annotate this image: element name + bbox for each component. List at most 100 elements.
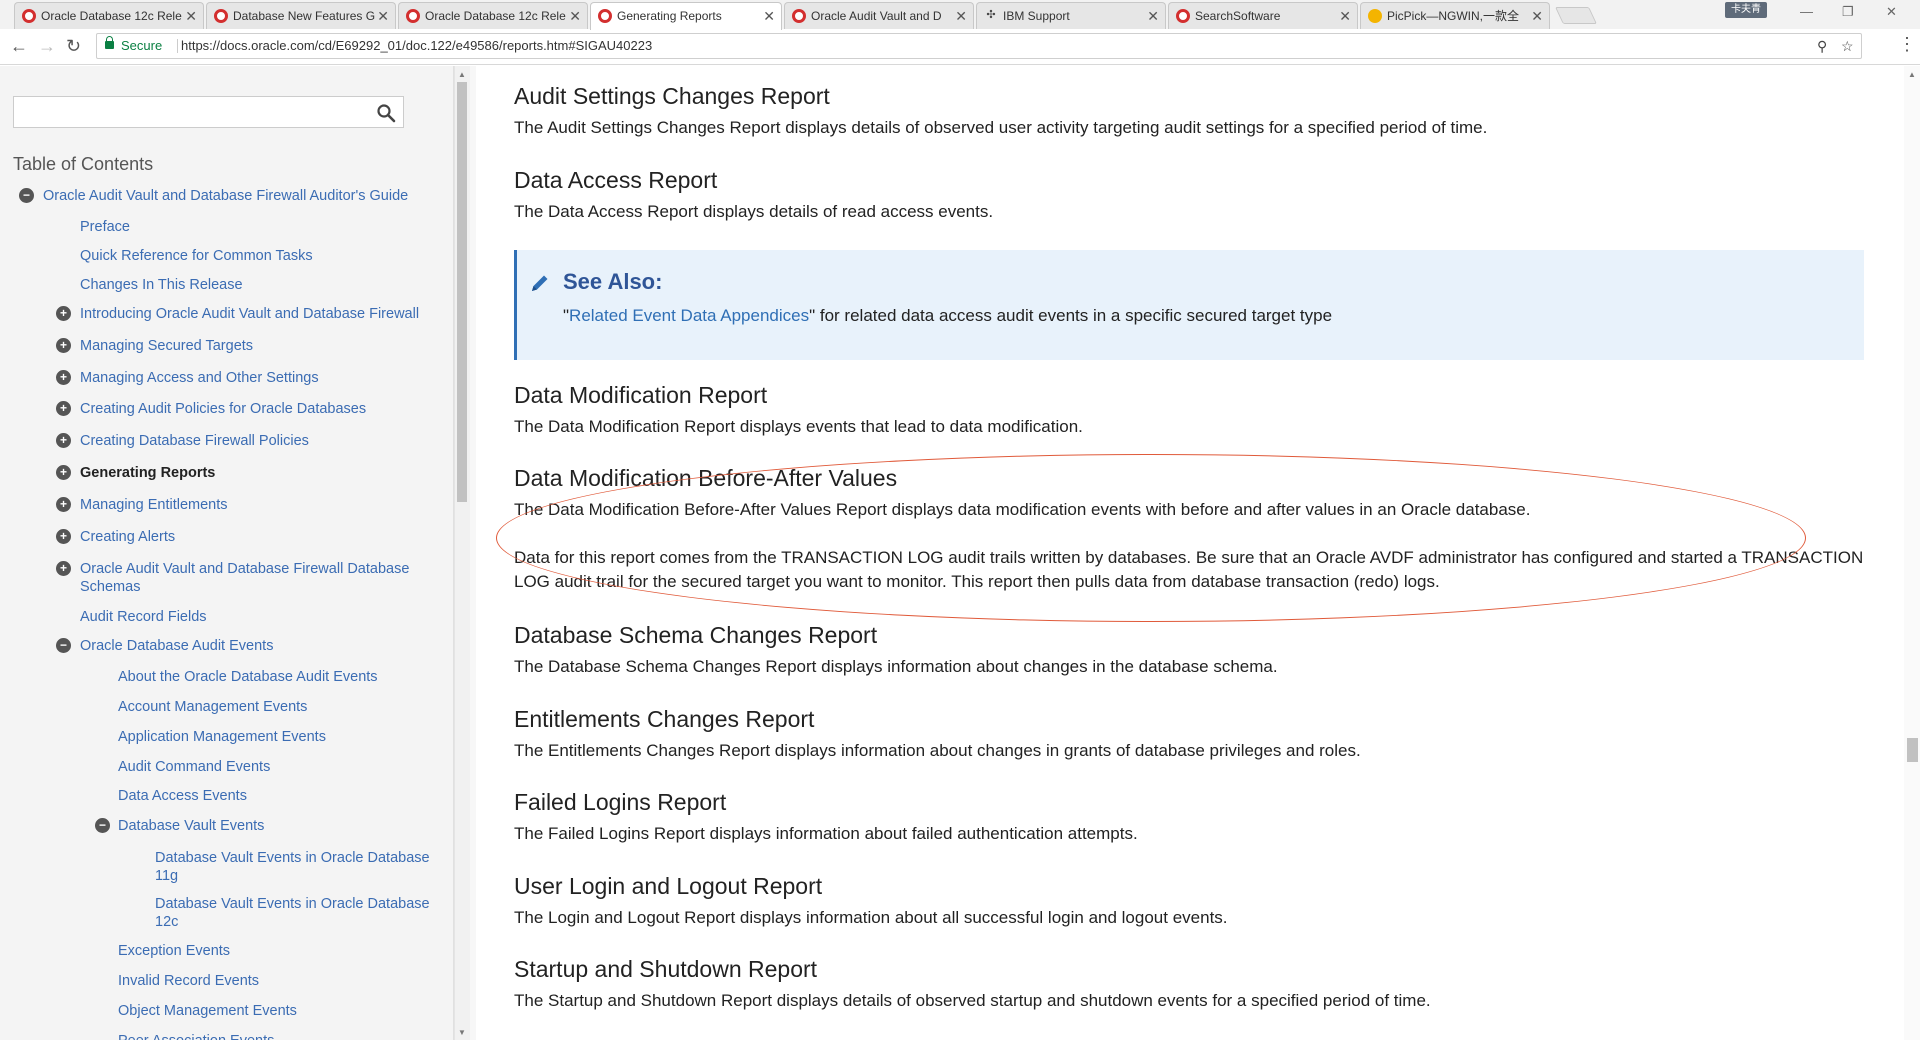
toc-item[interactable]: Creating Database Firewall Policies: [80, 432, 309, 450]
profile-chip[interactable]: 卡夫青: [1725, 2, 1767, 18]
browser-tab[interactable]: Database New Features G ✕: [206, 2, 396, 29]
toc-item[interactable]: Quick Reference for Common Tasks: [80, 247, 313, 265]
toc-item[interactable]: Database Vault Events: [118, 817, 264, 835]
tab-title: Database New Features G: [233, 9, 376, 23]
bookmark-star-icon[interactable]: ☆: [1841, 34, 1854, 58]
toc-item[interactable]: Account Management Events: [118, 698, 307, 716]
url-text[interactable]: https://docs.oracle.com/cd/E69292_01/doc…: [181, 34, 652, 58]
scroll-up-icon[interactable]: ▲: [458, 70, 466, 79]
close-icon[interactable]: ✕: [1147, 3, 1159, 29]
reload-icon[interactable]: ↻: [66, 37, 81, 55]
close-icon[interactable]: ✕: [1339, 3, 1351, 29]
pencil-icon: [532, 275, 548, 291]
toc-item[interactable]: Changes In This Release: [80, 276, 243, 294]
tab-title: Oracle Database 12c Rele: [425, 9, 566, 23]
expand-icon[interactable]: +: [56, 497, 71, 512]
toc-item[interactable]: Oracle Audit Vault and Database Firewall…: [43, 187, 408, 205]
close-icon[interactable]: ✕: [569, 3, 581, 29]
picpick-icon: [1368, 9, 1382, 23]
browser-tab[interactable]: Oracle Audit Vault and D ✕: [784, 2, 974, 29]
forward-icon[interactable]: →: [38, 37, 56, 55]
section-heading: Failed Logins Report: [514, 789, 727, 815]
page-scroll-thumb[interactable]: [1907, 738, 1918, 762]
close-icon[interactable]: ✕: [763, 3, 775, 29]
toc-item[interactable]: Oracle Database Audit Events: [80, 637, 273, 655]
zoom-icon[interactable]: ⚲: [1817, 34, 1827, 58]
expand-icon[interactable]: +: [56, 561, 71, 576]
oracle-icon: [22, 9, 36, 23]
expand-icon[interactable]: +: [56, 465, 71, 480]
toc-item[interactable]: About the Oracle Database Audit Events: [118, 668, 378, 686]
report-section: Audit Settings Changes Report The Audit …: [514, 82, 1894, 140]
sidebar-scroll-thumb[interactable]: [457, 82, 467, 502]
toc-item[interactable]: Preface: [80, 218, 130, 236]
browser-tab-active[interactable]: Generating Reports ✕: [590, 2, 782, 30]
browser-menu-icon[interactable]: ⋮: [1898, 34, 1916, 55]
section-body: The Data Modification Before-After Value…: [514, 500, 1531, 519]
toc-item[interactable]: Oracle Audit Vault and Database Firewall…: [80, 560, 420, 596]
new-tab-button[interactable]: [1555, 7, 1597, 24]
restore-icon[interactable]: ❐: [1842, 4, 1854, 20]
scroll-up-icon[interactable]: ▲: [1908, 70, 1916, 79]
back-icon[interactable]: ←: [10, 37, 28, 55]
report-section: Database Schema Changes Report The Datab…: [514, 621, 1894, 679]
toc-item[interactable]: Creating Alerts: [80, 528, 175, 546]
expand-icon[interactable]: +: [56, 529, 71, 544]
toc-item[interactable]: Introducing Oracle Audit Vault and Datab…: [80, 305, 419, 323]
browser-tab[interactable]: PicPick—NGWIN,一款全 ✕: [1360, 2, 1550, 29]
related-appendices-link[interactable]: Related Event Data Appendices: [569, 306, 809, 325]
expand-icon[interactable]: +: [56, 306, 71, 321]
toc-item[interactable]: Data Access Events: [118, 787, 247, 805]
expand-icon[interactable]: +: [56, 338, 71, 353]
browser-tab[interactable]: SearchSoftware ✕: [1168, 2, 1358, 29]
section-heading: Data Modification Report: [514, 382, 768, 408]
oracle-icon: [406, 9, 420, 23]
collapse-icon[interactable]: −: [56, 638, 71, 653]
collapse-icon[interactable]: −: [95, 818, 110, 833]
close-icon[interactable]: ✕: [955, 3, 967, 29]
toc-item[interactable]: Managing Access and Other Settings: [80, 369, 319, 387]
toc-item[interactable]: Application Management Events: [118, 728, 326, 746]
toc-item-current[interactable]: Generating Reports: [80, 464, 215, 482]
toc-item[interactable]: Audit Command Events: [118, 758, 270, 776]
window-close-icon[interactable]: ✕: [1886, 4, 1897, 20]
collapse-icon[interactable]: −: [19, 188, 34, 203]
scroll-down-icon[interactable]: ▼: [458, 1028, 466, 1037]
toc-item[interactable]: Object Management Events: [118, 1002, 297, 1020]
toc-item[interactable]: Creating Audit Policies for Oracle Datab…: [80, 400, 366, 418]
toc-item[interactable]: Database Vault Events in Oracle Database…: [155, 849, 440, 885]
browser-tab[interactable]: ✣ IBM Support ✕: [976, 2, 1166, 29]
minimize-icon[interactable]: —: [1800, 4, 1813, 19]
toc-item[interactable]: Audit Record Fields: [80, 608, 207, 626]
expand-icon[interactable]: +: [56, 370, 71, 385]
section-body: The Entitlements Changes Report displays…: [514, 741, 1361, 760]
toc-item[interactable]: Invalid Record Events: [118, 972, 259, 990]
section-body: The Failed Logins Report displays inform…: [514, 824, 1138, 843]
toc-item[interactable]: Managing Entitlements: [80, 496, 228, 514]
section-body: The Login and Logout Report displays inf…: [514, 908, 1228, 927]
oracle-icon: [598, 9, 612, 23]
toc-item[interactable]: Peer Association Events: [118, 1032, 274, 1040]
toc-item[interactable]: Managing Secured Targets: [80, 337, 253, 355]
toc-search-input[interactable]: [13, 96, 404, 128]
page-scrollbar[interactable]: [1904, 66, 1920, 1040]
expand-icon[interactable]: +: [56, 433, 71, 448]
search-icon[interactable]: [376, 103, 396, 123]
note-body: "Related Event Data Appendices" for rela…: [563, 306, 1332, 326]
browser-tab[interactable]: Oracle Database 12c Rele ✕: [14, 2, 204, 29]
main-content: Audit Settings Changes Report The Audit …: [476, 66, 1904, 1040]
close-icon[interactable]: ✕: [377, 3, 389, 29]
close-icon[interactable]: ✕: [185, 3, 197, 29]
address-bar[interactable]: Secure https://docs.oracle.com/cd/E69292…: [96, 33, 1862, 59]
tab-title: Oracle Audit Vault and D: [811, 9, 942, 23]
close-icon[interactable]: ✕: [1531, 3, 1543, 29]
toc-item[interactable]: Database Vault Events in Oracle Database…: [155, 895, 440, 931]
note-title: See Also:: [563, 269, 663, 294]
toc-title: Table of Contents: [13, 154, 154, 174]
expand-icon[interactable]: +: [56, 401, 71, 416]
secure-label: Secure: [121, 38, 163, 53]
browser-toolbar: ← → ↻ Secure https://docs.oracle.com/cd/…: [0, 29, 1920, 65]
browser-tab[interactable]: Oracle Database 12c Rele ✕: [398, 2, 588, 29]
report-section: Data Modification Report The Data Modifi…: [514, 381, 1894, 439]
toc-item[interactable]: Exception Events: [118, 942, 230, 960]
